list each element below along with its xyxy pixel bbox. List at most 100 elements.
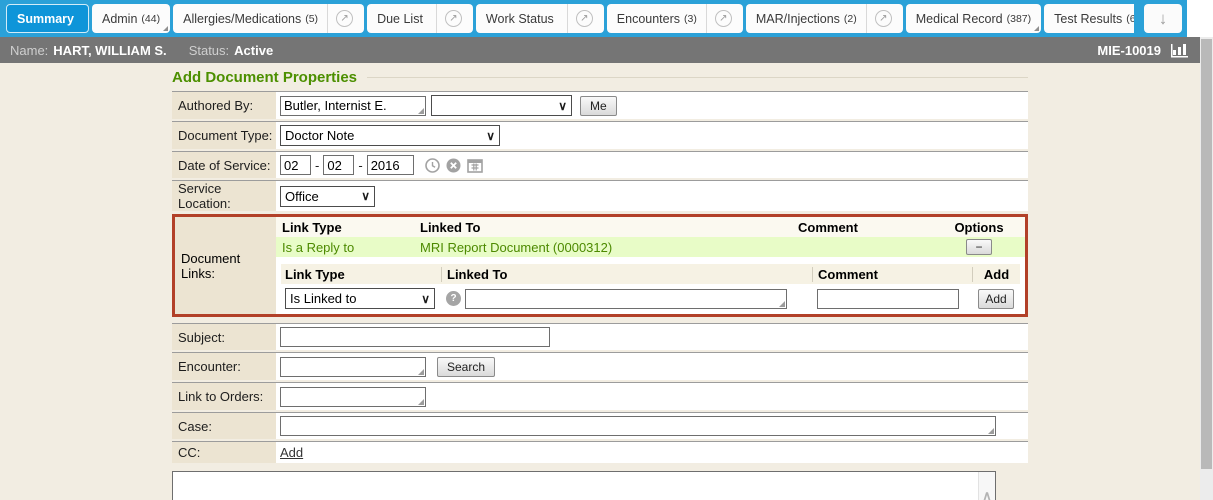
date-icon-group [425,158,483,173]
comment-input[interactable] [817,289,959,309]
document-body-textarea[interactable]: ∧ [172,471,996,500]
external-arrow-icon: ↗ [445,10,462,27]
encounter-input[interactable] [280,357,426,377]
tab-label: Allergies/Medications [183,12,301,26]
date-day-input[interactable] [323,155,354,175]
case-input[interactable] [280,416,996,436]
external-arrow-icon: ↗ [875,10,892,27]
date-of-service-label: Date of Service: [172,152,276,178]
document-type-row: Document Type: Doctor Note ∨ [172,121,1028,149]
chevron-down-icon: ∨ [421,292,430,306]
service-location-label: Service Location: [172,181,276,211]
cc-add-link[interactable]: Add [280,445,303,460]
tab-encounters[interactable]: Encounters (3) ↗ [607,4,743,33]
external-arrow-icon: ↗ [715,10,732,27]
down-arrow-icon: ↓ [1159,9,1168,29]
tab-label: Encounters [617,12,680,26]
authored-by-input[interactable] [280,96,426,116]
chart-id: MIE-10019 [1097,43,1161,58]
service-location-row: Service Location: Office ∨ [172,180,1028,211]
patient-bar: Name: HART, WILLIAM S. Status: Active MI… [0,37,1200,63]
linked-to-grip [465,289,787,309]
case-grip [280,416,996,436]
tab-allergies-medications[interactable]: Allergies/Medications (5) ↗ [173,4,364,33]
document-links-content: Link Type Linked To Comment Options Is a… [276,217,1025,314]
search-button[interactable]: Search [437,357,495,377]
document-links-section: Document Links: Link Type Linked To Comm… [172,214,1028,317]
flowsheet-chart-icon[interactable] [1170,42,1192,58]
tabbar-corner [1187,0,1213,37]
options-header: Options [933,220,1025,235]
tab-bar: Summary Admin (44) Allergies/Medications… [0,0,1187,37]
remove-link-button[interactable]: − [966,239,992,255]
calendar-icon[interactable] [467,158,483,173]
new-link-header: Link Type Linked To Comment Add [281,264,1020,284]
selected-value: Office [285,189,319,204]
chevron-down-icon: ∨ [361,189,370,203]
help-icon[interactable]: ? [446,291,461,306]
linked-to-input[interactable] [465,289,787,309]
document-links-label: Document Links: [175,217,276,314]
link-type-header: Link Type [281,267,441,282]
popup-icon[interactable]: ↗ [436,4,463,33]
date-of-service-row: Date of Service: - - [172,151,1028,178]
link-type-select[interactable]: Is Linked to ∨ [285,288,435,309]
encounter-row: Encounter: Search [172,352,1028,380]
popup-icon[interactable]: ↗ [866,4,893,33]
linked-to-value: MRI Report Document (0000312) [420,240,798,255]
authored-by-row: Authored By: ∨ Me [172,91,1028,119]
document-type-select[interactable]: Doctor Note ∨ [280,125,500,146]
add-document-form: Add Document Properties Authored By: ∨ M… [172,66,1028,500]
service-location-select[interactable]: Office ∨ [280,186,375,207]
name-label: Name: [10,43,48,58]
date-year-input[interactable] [367,155,414,175]
popup-icon[interactable]: ↗ [706,4,733,33]
add-header: Add [972,267,1020,282]
tab-summary[interactable]: Summary [6,4,89,33]
tab-mar-injections[interactable]: MAR/Injections (2) ↗ [746,4,903,33]
tab-work-status[interactable]: Work Status ↗ [476,4,604,33]
page-title: Add Document Properties [172,69,357,86]
orders-grip [280,387,426,407]
authored-by-grip [280,96,426,116]
authored-by-select[interactable]: ∨ [431,95,572,116]
comment-header: Comment [798,220,933,235]
date-separator: - [315,158,319,173]
page-scrollbar-thumb[interactable] [1201,39,1212,469]
tab-due-list[interactable]: Due List ↗ [367,4,473,33]
linked-to-header: Linked To [420,220,798,235]
scroll-up-icon[interactable]: ∧ [979,488,995,500]
page-scrollbar[interactable] [1200,37,1213,500]
cc-label: CC: [172,442,276,463]
popup-icon[interactable]: ↗ [567,4,594,33]
linked-to-header: Linked To [441,267,812,282]
case-row: Case: [172,412,1028,439]
tab-overflow-button[interactable]: ↓ [1144,4,1182,33]
document-type-label: Document Type: [172,122,276,149]
tab-label: Admin [102,12,137,26]
tab-label: Test Results [1054,12,1122,26]
tab-medical-record[interactable]: Medical Record (387) [906,4,1041,33]
clock-icon[interactable] [425,158,440,173]
subject-input[interactable] [280,327,550,347]
tab-label: Medical Record [916,12,1003,26]
clear-date-icon[interactable] [446,158,461,173]
popup-icon[interactable]: ↗ [327,4,354,33]
tab-admin[interactable]: Admin (44) [92,4,170,33]
title-divider [367,77,1028,78]
tab-test-results[interactable]: Test Results (66) [1044,4,1134,33]
encounter-grip [280,357,426,377]
new-link-controls: Is Linked to ∨ ? [281,288,1020,309]
app-window: Summary Admin (44) Allergies/Medications… [0,0,1213,500]
tab-label: MAR/Injections [756,12,840,26]
me-button[interactable]: Me [580,96,617,116]
existing-links-header: Link Type Linked To Comment Options [276,217,1025,237]
status-label: Status: [189,43,229,58]
date-month-input[interactable] [280,155,311,175]
add-link-button[interactable]: Add [978,289,1013,309]
textarea-scrollbar[interactable]: ∧ [978,472,995,500]
cc-row: CC: Add [172,441,1028,463]
link-to-orders-label: Link to Orders: [172,383,276,410]
link-to-orders-input[interactable] [280,387,426,407]
case-label: Case: [172,413,276,439]
